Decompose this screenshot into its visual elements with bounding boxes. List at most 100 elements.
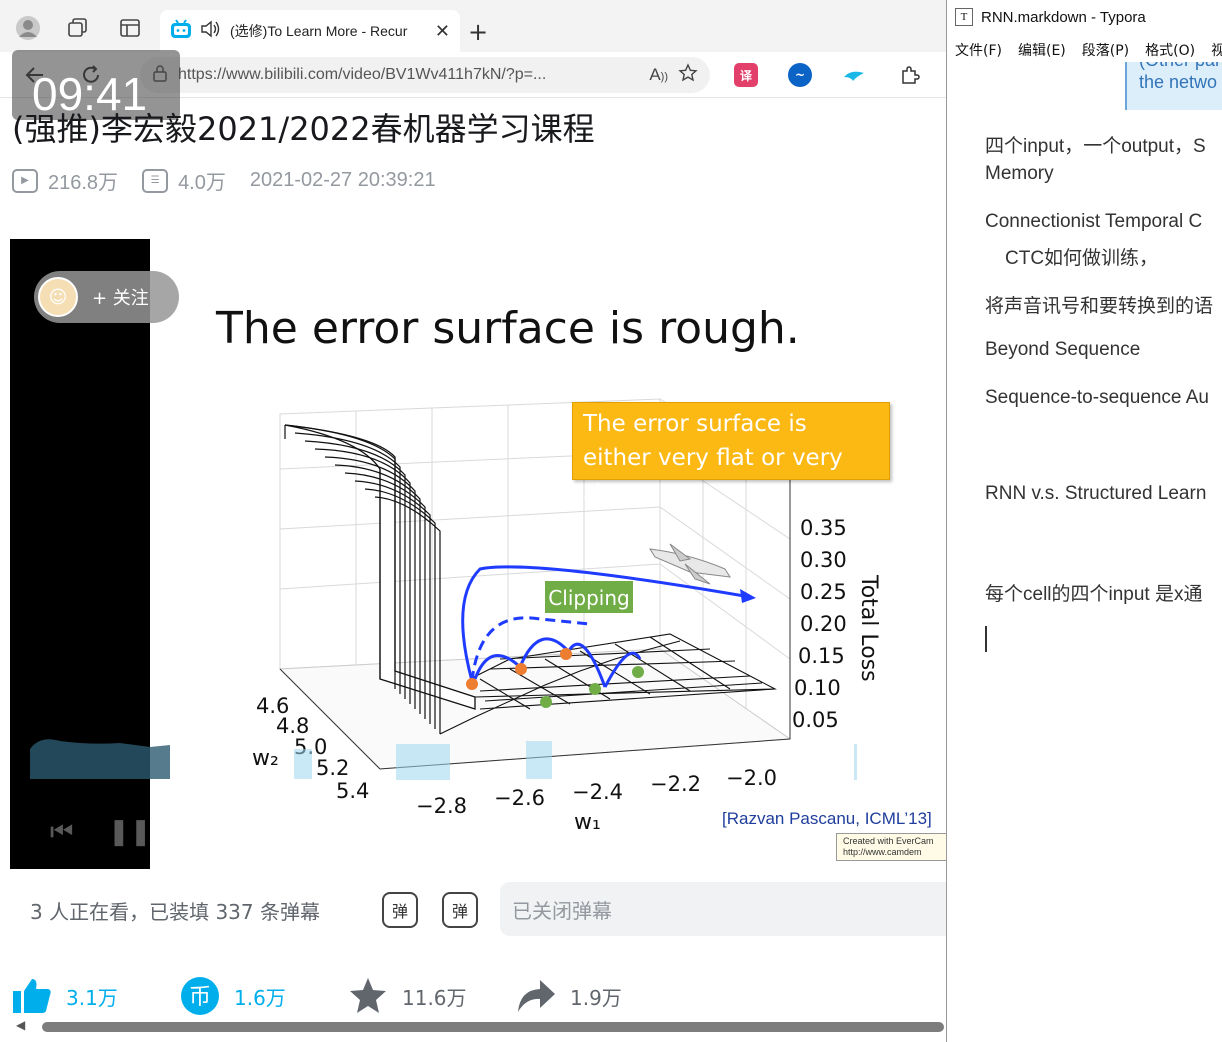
menu-edit[interactable]: 编辑(E) xyxy=(1018,40,1066,60)
text-cursor[interactable] xyxy=(985,626,987,652)
danmaku-bar: 3 人正在看，已装填 337 条弹幕 弹 弹 已关闭弹幕 xyxy=(10,870,946,950)
menu-view[interactable]: 视 xyxy=(1211,40,1222,60)
z-tick: 0.05 xyxy=(792,708,839,732)
z-tick: 0.15 xyxy=(798,644,845,668)
like-button[interactable]: 3.1万 xyxy=(12,976,118,1016)
star-icon xyxy=(348,976,388,1016)
paragraph: Memory xyxy=(985,163,1054,184)
horizontal-scrollbar[interactable]: ◀ xyxy=(12,1018,946,1034)
z-axis-label: Total Loss xyxy=(856,574,881,682)
error-surface-plot: Clipping 0.35 0.30 0.25 0.20 0.15 0.10 0… xyxy=(252,398,881,835)
video-meta: ▶ 216.8万 ☰ 4.0万 2021-02-27 20:39:21 xyxy=(12,166,436,195)
video-title: (强推)李宏毅2021/2022春机器学习课程 xyxy=(12,110,595,148)
z-tick: 0.10 xyxy=(794,676,841,700)
share-count: 1.9万 xyxy=(570,985,622,1010)
typora-titlebar: T RNN.markdown - Typora xyxy=(955,8,1146,26)
z-tick: 0.35 xyxy=(800,516,847,540)
x-tick: −2.6 xyxy=(494,786,545,810)
extension-bird-icon[interactable] xyxy=(842,63,866,87)
publish-date: 2021-02-27 20:39:21 xyxy=(249,169,436,191)
blockquote: (Other par the netwo xyxy=(1125,62,1222,110)
evercam-watermark: Created with EverCam http://www.camdem xyxy=(836,833,946,861)
previous-icon[interactable]: ⏮ xyxy=(50,817,73,848)
citation: [Razvan Pascanu, ICML’13] xyxy=(722,809,932,828)
z-tick: 0.25 xyxy=(800,580,847,604)
paragraph: RNN v.s. Structured Learn xyxy=(985,483,1207,504)
close-tab-icon[interactable]: ✕ xyxy=(435,21,450,42)
x-axis-label: w₁ xyxy=(574,810,601,835)
play-count-icon: ▶ xyxy=(12,168,38,193)
scrollbar-thumb[interactable] xyxy=(42,1022,944,1032)
y-tick: 5.4 xyxy=(336,779,369,803)
callout-box: The error surface is either very flat or… xyxy=(572,402,890,505)
read-aloud-icon[interactable]: A)) xyxy=(649,65,668,85)
profile-icon[interactable] xyxy=(14,14,42,42)
y-tick: 5.2 xyxy=(316,756,349,780)
quote-line: (Other par xyxy=(1139,62,1221,71)
share-arrow-icon xyxy=(516,976,556,1016)
share-button[interactable]: 1.9万 xyxy=(516,976,622,1016)
paragraph: 将声音讯号和要转换到的语 xyxy=(985,296,1214,317)
danmaku-count-icon: ☰ xyxy=(142,168,169,193)
clipping-label: Clipping xyxy=(548,586,629,610)
svg-text:币: 币 xyxy=(189,985,211,1010)
video-player[interactable]: The error surface is rough. Clipping 0.3… xyxy=(10,239,946,869)
video-actions: 3.1万 币 1.6万 11.6万 1.9万 xyxy=(12,972,942,1022)
favorite-button[interactable]: 11.6万 xyxy=(348,976,467,1016)
watermark-line: Created with EverCam xyxy=(843,836,934,846)
menu-file[interactable]: 文件(F) xyxy=(955,40,1002,60)
airplane-icon xyxy=(649,543,731,585)
follow-button[interactable]: ☺ + 关注 xyxy=(34,271,179,323)
favorite-count: 11.6万 xyxy=(402,985,467,1010)
z-tick: 0.20 xyxy=(800,612,847,636)
y-axis-label: w₂ xyxy=(252,746,279,771)
favorite-star-icon[interactable] xyxy=(678,62,698,88)
bilibili-icon xyxy=(170,19,192,43)
like-count: 3.1万 xyxy=(66,985,118,1010)
active-tab[interactable]: (选修)To Learn More - Recur ✕ xyxy=(160,10,460,52)
paragraph: Sequence-to-sequence Au xyxy=(985,387,1209,408)
browser-window: (选修)To Learn More - Recur ✕ + https://ww… xyxy=(0,0,946,1042)
coin-count: 1.6万 xyxy=(234,985,286,1010)
new-tab-button[interactable]: + xyxy=(468,18,488,46)
follow-label: + 关注 xyxy=(92,288,149,309)
menu-format[interactable]: 格式(O) xyxy=(1145,40,1195,60)
tab-title: (选修)To Learn More - Recur xyxy=(230,23,408,39)
coin-icon: 币 xyxy=(180,976,220,1016)
danmaku-settings-icon[interactable]: 弹 xyxy=(442,892,478,928)
extensions-puzzle-icon[interactable] xyxy=(898,63,922,87)
translate-extension-icon[interactable]: 译 xyxy=(734,63,758,87)
paragraph: 每个cell的四个input 是x通 xyxy=(985,584,1203,605)
z-tick: 0.30 xyxy=(800,548,847,572)
url-field[interactable]: https://www.bilibili.com/video/BV1Wv411h… xyxy=(140,57,710,93)
danmaku-count: 4.0万 xyxy=(178,172,226,194)
x-tick: −2.4 xyxy=(572,780,623,804)
danmaku-toggle-icon[interactable]: 弹 xyxy=(382,892,418,928)
x-tick: −2.8 xyxy=(416,794,467,818)
collections-icon[interactable] xyxy=(64,14,92,42)
speaker-icon[interactable] xyxy=(200,19,222,43)
scroll-left-icon[interactable]: ◀ xyxy=(16,1018,25,1032)
typora-logo-icon: T xyxy=(955,8,973,26)
coin-button[interactable]: 币 1.6万 xyxy=(180,976,286,1016)
slide-content: The error surface is rough. Clipping 0.3… xyxy=(150,239,946,869)
view-count: 216.8万 xyxy=(48,172,119,194)
paragraph: 四个input，一个output，S xyxy=(985,136,1206,157)
pause-icon[interactable]: ❚❚ xyxy=(108,817,152,847)
audio-wave-graphic xyxy=(30,739,170,779)
tab-actions-icon[interactable] xyxy=(116,14,144,42)
uploader-avatar[interactable]: ☺ xyxy=(38,277,78,317)
thumbs-up-icon xyxy=(12,976,52,1016)
x-tick: −2.0 xyxy=(726,766,777,790)
paragraph: CTC如何做训练， xyxy=(1005,248,1159,269)
danmaku-input[interactable]: 已关闭弹幕 xyxy=(500,882,946,936)
watermark-line: http://www.camdem xyxy=(843,847,922,857)
typora-menubar: 文件(F) 编辑(E) 段落(P) 格式(O) 视 xyxy=(955,40,1222,60)
x-tick: −2.2 xyxy=(650,772,701,796)
url-text: https://www.bilibili.com/video/BV1Wv411h… xyxy=(178,66,547,83)
typora-window: T RNN.markdown - Typora 文件(F) 编辑(E) 段落(P… xyxy=(946,0,1222,1042)
watching-count: 3 人正在看，已装填 337 条弹幕 xyxy=(30,900,320,924)
paragraph: Connectionist Temporal C xyxy=(985,211,1203,232)
menu-paragraph[interactable]: 段落(P) xyxy=(1082,40,1129,60)
extension-wave-icon[interactable]: ~ xyxy=(788,63,812,87)
